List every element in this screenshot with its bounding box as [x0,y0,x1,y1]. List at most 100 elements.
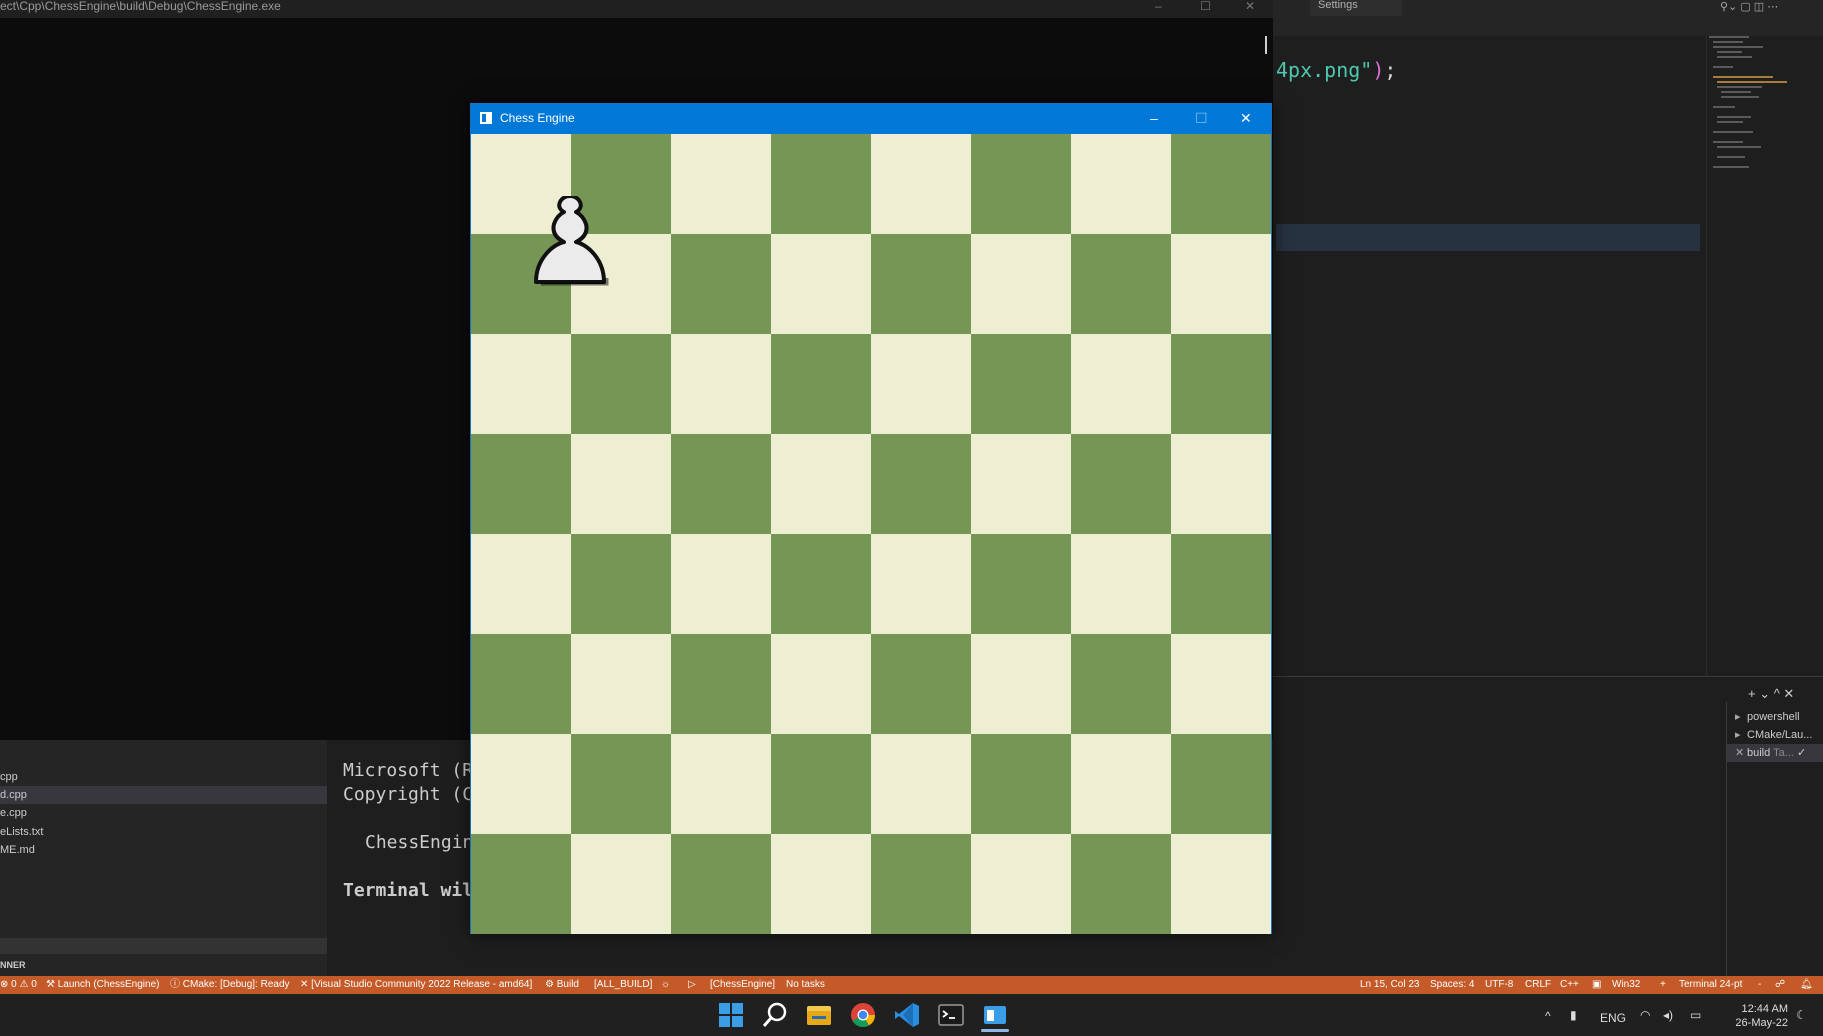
start-icon[interactable] [718,1002,744,1028]
board-square-h8[interactable] [1171,134,1271,234]
board-square-a5[interactable] [471,434,571,534]
board-square-b5[interactable] [571,434,671,534]
tasks-status[interactable]: No tasks [786,976,825,994]
add-icon[interactable]: + [1660,976,1666,994]
platform[interactable]: Win32 [1612,976,1640,994]
board-square-d1[interactable] [771,834,871,934]
board-square-h5[interactable] [1171,434,1271,534]
file-explorer-icon[interactable] [806,1002,832,1028]
cursor-position[interactable]: Ln 15, Col 23 [1360,976,1420,994]
board-square-h1[interactable] [1171,834,1271,934]
board-square-g5[interactable] [1071,434,1171,534]
board-square-h7[interactable] [1171,234,1271,334]
line-ending[interactable]: CRLF [1525,976,1551,994]
cmake-status[interactable]: ⓘ CMake: [Debug]: Ready [170,976,290,994]
volume-icon[interactable]: ◂) [1663,1008,1673,1022]
board-square-h2[interactable] [1171,734,1271,834]
launch-item[interactable]: ⚒ Launch (ChessEngine) [46,976,159,994]
indentation[interactable]: Spaces: 4 [1430,976,1474,994]
board-square-a2[interactable] [471,734,571,834]
board-square-g8[interactable] [1071,134,1171,234]
board-square-h6[interactable] [1171,334,1271,434]
launch-target[interactable]: [ChessEngine] [710,976,775,994]
board-square-d4[interactable] [771,534,871,634]
board-square-f2[interactable] [971,734,1071,834]
board-square-e8[interactable] [871,134,971,234]
board-square-c5[interactable] [671,434,771,534]
board-square-g3[interactable] [1071,634,1171,734]
board-square-c7[interactable] [671,234,771,334]
terminal-item-build[interactable]: ✕ build Ta... ✓ [1727,744,1823,762]
board-square-h4[interactable] [1171,534,1271,634]
wifi-icon[interactable]: ◠ [1640,1008,1650,1022]
chess-maximize-button[interactable]: ☐ [1195,110,1208,126]
terminal-actions[interactable]: + ⌄ ^ ✕ [1748,687,1794,700]
runner-section-header[interactable] [0,938,327,954]
board-square-g7[interactable] [1071,234,1171,334]
chess-engine-app-icon[interactable] [982,1002,1008,1028]
battery-icon[interactable]: ▭ [1690,1008,1701,1022]
code-line[interactable]: 4px.png"); [1276,58,1396,82]
board-square-d3[interactable] [771,634,871,734]
editor-layout-icons[interactable]: ⚲⌄ ▢ ◫ ⋯ [1720,0,1778,13]
focus-assist-icon[interactable]: ☾ [1796,1008,1807,1022]
board-square-f8[interactable] [971,134,1071,234]
board-square-b3[interactable] [571,634,671,734]
clock[interactable]: 12:44 AM 26-May-22 [1720,1002,1788,1030]
terminal-font[interactable]: Terminal 24-pt [1679,976,1742,994]
vscode-icon[interactable] [894,1002,920,1028]
board-square-g2[interactable] [1071,734,1171,834]
search-icon[interactable] [762,1002,788,1028]
board-square-f5[interactable] [971,434,1071,534]
board-square-e3[interactable] [871,634,971,734]
board-square-f1[interactable] [971,834,1071,934]
board-square-c4[interactable] [671,534,771,634]
board-square-a4[interactable] [471,534,571,634]
console-minimize-button[interactable]: – [1155,0,1162,12]
board-square-e5[interactable] [871,434,971,534]
board-square-h3[interactable] [1171,634,1271,734]
board-square-b6[interactable] [571,334,671,434]
minimap[interactable] [1706,36,1823,676]
board-square-d6[interactable] [771,334,871,434]
board-square-c1[interactable] [671,834,771,934]
board-square-a6[interactable] [471,334,571,434]
board-square-a1[interactable] [471,834,571,934]
board-square-g1[interactable] [1071,834,1171,934]
bell-icon[interactable]: 🔔︎ [1800,976,1813,994]
console-maximize-button[interactable]: ☐ [1200,0,1211,12]
explorer-file[interactable]: e.cpp [0,804,327,822]
tab-settings[interactable]: Settings [1310,0,1402,16]
board-square-e4[interactable] [871,534,971,634]
board-square-c8[interactable] [671,134,771,234]
board-square-d8[interactable] [771,134,871,234]
board-square-c3[interactable] [671,634,771,734]
board-square-f6[interactable] [971,334,1071,434]
tray-device-icon[interactable]: ▮ [1570,1008,1577,1022]
tray-overflow-icon[interactable]: ^ [1545,1009,1551,1023]
board-square-c6[interactable] [671,334,771,434]
terminal-item-powershell[interactable]: ▸ powershell [1727,708,1823,726]
board-square-b2[interactable] [571,734,671,834]
build-button[interactable]: ⚙ Build [545,976,579,994]
chess-minimize-button[interactable]: – [1150,110,1158,126]
explorer-file[interactable]: ME.md [0,841,327,859]
chess-close-button[interactable]: ✕ [1240,110,1252,126]
white-pawn-icon[interactable] [530,196,610,288]
board-square-b1[interactable] [571,834,671,934]
input-language[interactable]: ENG [1600,1011,1626,1025]
problems-indicator[interactable]: ⊗ 0 ⚠ 0 [0,976,37,994]
board-square-e1[interactable] [871,834,971,934]
board-square-g4[interactable] [1071,534,1171,634]
terminal-app-icon[interactable] [938,1002,964,1028]
chrome-icon[interactable] [850,1002,876,1028]
config-icon[interactable]: ▣ [1592,976,1601,994]
board-square-d7[interactable] [771,234,871,334]
build-target[interactable]: [ALL_BUILD] [594,976,652,994]
debug-icon[interactable]: ☼ [661,976,670,994]
board-square-f3[interactable] [971,634,1071,734]
board-square-c2[interactable] [671,734,771,834]
board-square-b4[interactable] [571,534,671,634]
language-mode[interactable]: C++ [1560,976,1579,994]
board-square-e7[interactable] [871,234,971,334]
